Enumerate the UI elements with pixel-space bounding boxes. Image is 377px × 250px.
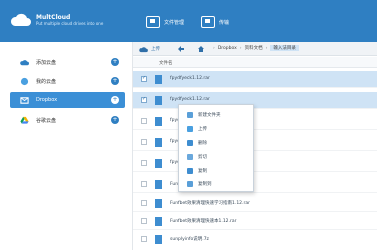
menu-item-delete[interactable]: 删除 — [179, 137, 255, 149]
file-name[interactable]: sunplyinfo说明.7z — [170, 236, 209, 242]
cloud-logo-icon — [10, 12, 32, 28]
back-button[interactable] — [177, 44, 185, 54]
upload-label: 上传 — [151, 47, 160, 52]
delete-icon — [187, 140, 193, 146]
dropbox-icon — [20, 96, 29, 104]
menu-item-label: 上传 — [198, 127, 207, 132]
file-name[interactable]: Funfbet效果清理快速学习指南1.12.rar — [170, 200, 250, 206]
menu-item-copy[interactable]: 复制 — [179, 165, 255, 177]
breadcrumb: › Dropbox › 资料文档 › 输入法目录 — [213, 45, 302, 51]
file-icon — [155, 117, 162, 126]
sidebar-item-label: 谷歌云盘 — [36, 117, 57, 124]
sidebar-item-google-drive[interactable]: 谷歌云盘 + — [10, 112, 125, 128]
sidebar: 添加云盘 + 我的云盘 + Dropbox + 谷歌云盘 + — [0, 42, 133, 250]
google-drive-icon — [20, 116, 29, 124]
file-name[interactable]: fpydfyeck1.12.rar — [170, 97, 210, 102]
file-name[interactable]: Funfbet效果清理快速本1.12.rar — [170, 218, 236, 224]
menu-item-label: 复制 — [198, 169, 207, 174]
table-row[interactable]: fpydfyeck1.12.rar — [133, 92, 377, 109]
column-header-filename[interactable]: 文件名 — [159, 60, 173, 66]
file-manager-label: 文件管理 — [164, 19, 185, 26]
table-row[interactable]: Funfbet效果清理快速学习指南1.12.rar — [133, 176, 377, 193]
row-checkbox[interactable] — [141, 218, 147, 224]
row-checkbox[interactable] — [141, 236, 147, 242]
upload-icon — [187, 126, 193, 132]
row-checkbox[interactable] — [141, 200, 147, 206]
home-button[interactable] — [197, 44, 205, 54]
table-row[interactable]: fpydfyeck1.12.rar — [133, 71, 377, 88]
menu-item-copy-to[interactable]: 复制到 — [179, 178, 255, 190]
file-manager-button[interactable]: 文件管理 — [146, 14, 184, 30]
row-checkbox[interactable] — [141, 181, 147, 187]
sidebar-item-my-drives[interactable]: 我的云盘 + — [10, 73, 125, 89]
file-icon — [155, 199, 162, 208]
file-icon — [155, 235, 162, 244]
table-row[interactable]: sunplyinfo说明.7z — [133, 231, 377, 249]
row-checkbox[interactable] — [141, 118, 147, 124]
table-row[interactable]: fpyd — [133, 155, 377, 172]
menu-item-label: 剪切 — [198, 155, 207, 160]
copy-to-icon — [187, 181, 193, 187]
top-bar: MultCloud Put multiple cloud drives into… — [0, 0, 377, 42]
table-row[interactable]: fpyd — [133, 134, 377, 151]
menu-item-new-folder[interactable]: 新建文件夹 — [179, 109, 255, 121]
cut-icon — [187, 154, 193, 160]
file-icon — [155, 75, 162, 84]
breadcrumb-separator-icon: › — [265, 45, 268, 51]
menu-item-label: 新建文件夹 — [198, 113, 221, 118]
file-icon — [155, 138, 162, 147]
menu-item-upload[interactable]: 上传 — [179, 123, 255, 135]
file-name[interactable]: fpydfyeck1.12.rar — [170, 76, 210, 81]
breadcrumb-separator-icon: › — [213, 45, 215, 51]
add-dot-icon[interactable]: + — [111, 58, 119, 66]
file-list-header: 文件名 — [133, 57, 377, 68]
copy-icon — [187, 168, 193, 174]
table-row[interactable]: Funfbet效果清理快速本1.12.rar — [133, 213, 377, 230]
sidebar-item-dropbox[interactable]: Dropbox + — [10, 92, 125, 108]
app-title: MultCloud — [36, 14, 71, 21]
logo[interactable]: MultCloud Put multiple cloud drives into… — [10, 12, 103, 28]
file-toolbar: 上传 › Dropbox › 资料文档 › 输入法目录 — [133, 42, 377, 56]
home-icon — [198, 46, 204, 52]
transfer-icon — [201, 16, 215, 28]
upload-button[interactable]: 上传 — [139, 44, 160, 54]
sidebar-item-add-cloud[interactable]: 添加云盘 + — [10, 54, 125, 70]
file-icon — [155, 217, 162, 226]
menu-item-label: 复制到 — [198, 182, 212, 187]
back-arrow-icon — [178, 46, 184, 52]
file-icon — [155, 96, 162, 105]
context-menu: 新建文件夹 上传 删除 剪切 复制 复制到 — [178, 104, 254, 192]
cloud-upload-icon — [139, 46, 148, 52]
add-dot-icon[interactable]: + — [111, 96, 119, 104]
add-dot-icon[interactable]: + — [111, 77, 119, 85]
transfer-button[interactable]: 传输 — [201, 14, 229, 30]
cloud-icon — [20, 59, 29, 65]
new-folder-icon — [187, 112, 193, 118]
file-icon — [155, 180, 162, 189]
file-icon — [155, 159, 162, 168]
transfer-label: 传输 — [219, 19, 230, 26]
folder-icon — [146, 16, 160, 28]
table-row[interactable]: Funfbet效果清理快速学习指南1.12.rar — [133, 195, 377, 212]
breadcrumb-separator-icon: › — [239, 45, 242, 51]
row-checkbox[interactable] — [141, 139, 147, 145]
app-tagline: Put multiple cloud drives into one — [36, 21, 104, 26]
menu-item-label: 删除 — [198, 141, 207, 146]
drive-icon — [20, 77, 29, 85]
sidebar-item-label: 添加云盘 — [36, 59, 57, 66]
menu-item-cut[interactable]: 剪切 — [179, 151, 255, 163]
add-dot-icon[interactable]: + — [111, 116, 119, 124]
sidebar-item-label: Dropbox — [36, 97, 58, 103]
breadcrumb-item[interactable]: 资料文档 — [245, 45, 263, 51]
row-checkbox[interactable] — [141, 160, 147, 166]
row-checkbox[interactable] — [141, 96, 147, 103]
sidebar-item-label: 我的云盘 — [36, 78, 57, 85]
row-checkbox[interactable] — [141, 75, 147, 82]
breadcrumb-current[interactable]: 输入法目录 — [270, 45, 299, 51]
breadcrumb-item[interactable]: Dropbox — [218, 46, 237, 51]
table-row[interactable]: fpyd — [133, 113, 377, 130]
